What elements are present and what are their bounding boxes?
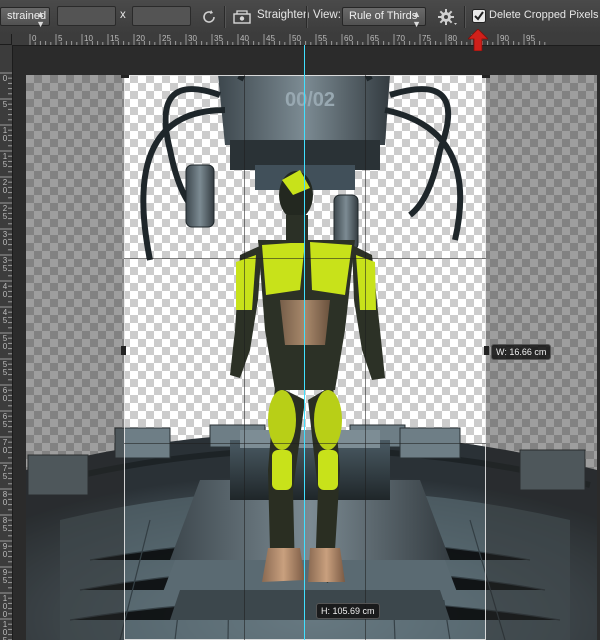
ruler-label: 70 [396,34,405,43]
rotate-icon[interactable] [200,8,218,31]
dimension-separator: x [120,9,126,21]
guide-line[interactable] [304,45,305,640]
checkbox-icon[interactable] [472,9,486,28]
ruler-label: 90 [2,542,8,559]
gear-icon[interactable] [437,8,459,33]
ruler-label: 35 [2,256,8,273]
crop-handle-right[interactable] [484,346,489,355]
ruler-label: 30 [188,34,197,43]
ruler-label: 35 [214,34,223,43]
ruler-label: 5 [58,34,63,43]
device-label: 00/02 [285,89,335,111]
width-field[interactable] [57,6,116,26]
ruler-label: 105 [2,620,8,640]
ruler-label: 65 [370,34,379,43]
ruler-label: 15 [2,152,8,169]
ruler-label: 55 [2,360,8,377]
chevron-down-icon: ▲ ▼ [36,9,45,29]
ruler-label: 80 [448,34,457,43]
ruler-label: 70 [2,438,8,455]
straighten-button[interactable]: Straighten [257,9,309,21]
ruler-label: 55 [318,34,327,43]
thirds-line-horizontal [124,443,486,444]
red-arrow-icon [467,28,489,56]
horizontal-ruler[interactable]: 05101520253035404550556065707580859095 [12,34,600,46]
ruler-label: 45 [266,34,275,43]
ruler-label: 10 [2,126,8,143]
crop-handle-top-right[interactable] [482,75,490,78]
ruler-label: 40 [2,282,8,299]
ruler-label: 50 [2,334,8,351]
ruler-label: 5 [2,100,8,109]
height-tooltip: H: 105.69 cm [316,603,380,619]
width-tooltip: W: 16.66 cm [491,344,552,360]
ruler-label: 80 [2,490,8,507]
straighten-icon[interactable] [233,9,251,30]
ruler-label: 95 [2,568,8,585]
ruler-label: 25 [2,204,8,221]
ruler-label: 20 [136,34,145,43]
ruler-label: 85 [2,516,8,533]
ruler-label: 15 [110,34,119,43]
view-dropdown[interactable]: Rule of Thirds ▲ ▼ [342,7,426,29]
ruler-label: 95 [526,34,535,43]
ruler-label: 65 [2,412,8,429]
vertical-ruler[interactable]: 0 5 10 15 20 25 30 35 40 45 50 55 60 65 70 75 80 85 90 95 10… [0,45,13,640]
ruler-label: 60 [344,34,353,43]
ruler-label: 0 [32,34,37,43]
delete-cropped-pixels-label[interactable]: Delete Cropped Pixels [489,9,598,21]
separator [224,6,225,28]
ruler-label: 60 [2,386,8,403]
ruler-label: 75 [422,34,431,43]
ruler-label: 100 [2,594,8,619]
view-value: Rule of Thirds [349,10,418,22]
view-label: View: [313,9,341,21]
chevron-down-icon: ▲ ▼ [412,9,421,29]
ruler-label: 0 [2,74,8,83]
ruler-label: 75 [2,464,8,481]
options-bar: strained ▲ ▼ x Straighten View: Rule of T… [0,0,600,35]
ruler-label: 50 [292,34,301,43]
ruler-label: 90 [500,34,509,43]
thirds-line-vertical [365,75,366,640]
separator [306,6,307,28]
ruler-label: 25 [162,34,171,43]
separator [464,6,465,28]
crop-handle-left[interactable] [121,346,126,355]
thirds-line-horizontal [124,258,486,259]
ruler-label: 45 [2,308,8,325]
thirds-line-vertical [244,75,245,640]
ruler-label: 10 [84,34,93,43]
ruler-label: 20 [2,178,8,195]
aspect-ratio-dropdown[interactable]: strained ▲ ▼ [0,7,50,29]
crop-handle-top-left[interactable] [121,75,129,78]
ruler-label: 30 [2,230,8,247]
ruler-label: 40 [240,34,249,43]
height-field[interactable] [132,6,191,26]
ruler-corner [0,34,12,45]
